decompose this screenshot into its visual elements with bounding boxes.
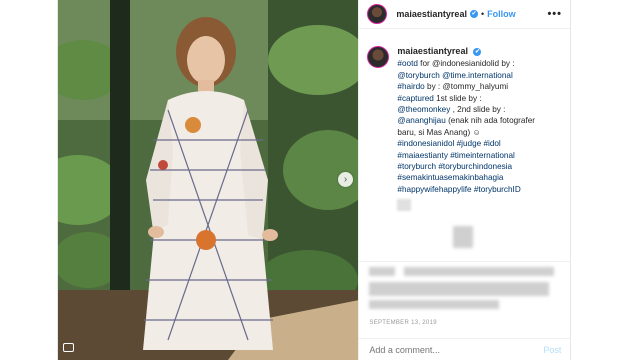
caption-line: @theomonkey , 2nd slide by : xyxy=(397,104,535,115)
caption-hashtag[interactable]: @toryburch @time.international xyxy=(397,71,512,80)
caption-line: #captured 1st slide by : xyxy=(397,93,535,104)
caption-line: #indonesianidol #judge #idol xyxy=(397,138,535,149)
caption: maiaestiantyreal ✔ #ootd for @indonesian… xyxy=(359,29,570,212)
caption-line-text: by : @tommy_halyumi xyxy=(424,82,509,92)
caption-line: #maiaestianty #timeinternational xyxy=(397,150,535,161)
caption-line-text: 1st slide by : xyxy=(433,93,482,103)
blurred-comment-2 xyxy=(369,300,500,309)
caption-line: @ananghijau (enak nih ada fotografer xyxy=(397,115,535,126)
avatar[interactable] xyxy=(367,4,388,24)
caption-line: #happywifehappylife #toryburchID xyxy=(397,184,535,195)
comment-bar: Post xyxy=(359,338,572,360)
post-photo[interactable]: › xyxy=(58,0,359,360)
actions-area xyxy=(359,261,572,321)
follow-button[interactable]: Follow xyxy=(487,9,516,19)
post-header: maiaestiantyreal ✔ • Follow ••• xyxy=(359,0,570,29)
caption-line-text: , 2nd slide by : xyxy=(450,105,506,115)
blurred-likes xyxy=(404,267,555,276)
caption-username[interactable]: maiaestiantyreal ✔ xyxy=(397,46,535,57)
caption-line: baru, si Mas Anang) ☺ xyxy=(397,127,535,138)
carousel-icon xyxy=(63,343,74,352)
caption-hashtag[interactable]: #ootd xyxy=(397,59,418,68)
caption-hashtag[interactable]: #indonesianidol #judge #idol xyxy=(397,139,500,148)
photo-image xyxy=(58,0,359,360)
caption-hashtag[interactable]: @ananghijau xyxy=(397,116,445,125)
blurred-emoji xyxy=(397,199,412,212)
blurred-region xyxy=(453,226,474,248)
caption-lines: #ootd for @indonesianidolid by : @torybur… xyxy=(397,58,535,195)
post-button[interactable]: Post xyxy=(543,345,561,355)
caption-line-text: for @indonesianidolid by : xyxy=(417,59,515,69)
caption-verified-icon: ✔ xyxy=(473,47,482,56)
instagram-post: › maiaestiantyreal ✔ • Follow ••• maiaes… xyxy=(57,0,572,360)
stage: › maiaestiantyreal ✔ • Follow ••• maiaes… xyxy=(0,0,640,360)
caption-hashtag[interactable]: #maiaestianty #timeinternational xyxy=(397,151,514,160)
caption-hashtag[interactable]: #captured xyxy=(397,94,433,103)
chevron-right-icon[interactable]: › xyxy=(338,172,353,187)
blurred-comment xyxy=(369,282,550,296)
comment-input[interactable] xyxy=(369,344,544,355)
separator-dot: • xyxy=(480,9,485,19)
caption-hashtag[interactable]: #semakintuasemakinbahagia xyxy=(397,173,503,182)
caption-line: #hairdo by : @tommy_halyumi xyxy=(397,81,535,92)
caption-line-text: baru, si Mas Anang) ☺ xyxy=(397,127,481,137)
caption-line-text: (enak nih ada fotografer xyxy=(445,116,536,126)
caption-hashtag[interactable]: #hairdo xyxy=(397,82,424,91)
caption-line: #toryburch #toryburchindonesia xyxy=(397,161,535,172)
verified-icon: ✔ xyxy=(469,10,478,18)
caption-hashtag[interactable]: #happywifehappylife #toryburchID xyxy=(397,185,520,194)
caption-text: maiaestiantyreal ✔ #ootd for @indonesian… xyxy=(397,46,535,212)
caption-line: #ootd for @indonesianidolid by : xyxy=(397,58,535,69)
caption-line: @toryburch @time.international xyxy=(397,70,535,81)
more-options-icon[interactable]: ••• xyxy=(547,8,562,20)
post-side-panel: maiaestiantyreal ✔ • Follow ••• maiaesti… xyxy=(358,0,572,360)
caption-line: #semakintuasemakinbahagia xyxy=(397,172,535,183)
caption-avatar[interactable] xyxy=(367,46,390,68)
caption-hashtag[interactable]: #toryburch #toryburchindonesia xyxy=(397,162,512,171)
caption-hashtag[interactable]: @theomonkey xyxy=(397,105,450,114)
post-date: SEPTEMBER 13, 2019 xyxy=(369,320,437,326)
header-username[interactable]: maiaestiantyreal xyxy=(396,9,467,19)
blurred-like-icons xyxy=(369,267,396,276)
